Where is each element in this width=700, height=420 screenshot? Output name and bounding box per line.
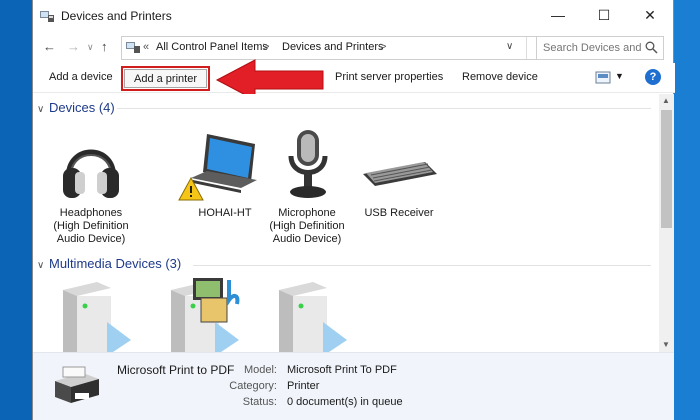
view-dropdown-icon[interactable]: ▼ [615, 71, 624, 81]
maximize-button[interactable]: ☐ [581, 0, 627, 30]
breadcrumb-all-control-panel-items[interactable]: All Control Panel Items [156, 41, 268, 53]
devices-group-header[interactable]: ∨ Devices (4) [37, 100, 115, 115]
devices-printers-app-icon [40, 11, 54, 22]
title-bar: Devices and Printers — ☐ ✕ [33, 0, 673, 32]
scroll-down-icon[interactable]: ▼ [662, 340, 670, 349]
device-label-line: Audio Device) [272, 233, 342, 245]
media-server-icon [171, 278, 240, 352]
remove-device-button[interactable]: Remove device [462, 71, 538, 83]
desktop-background-left [0, 0, 32, 420]
category-label: Category: [229, 380, 277, 392]
multimedia-group-header[interactable]: ∨ Multimedia Devices (3) [37, 256, 181, 271]
status-label: Status: [242, 396, 277, 408]
group-divider [117, 108, 651, 109]
model-label: Model: [243, 364, 277, 376]
multimedia-device[interactable] [41, 278, 137, 352]
breadcrumb-devices-and-printers[interactable]: Devices and Printers [282, 41, 384, 53]
breadcrumb-separator-icon[interactable]: > [263, 41, 269, 53]
category-value: Printer [287, 380, 320, 392]
headphones-icon [63, 149, 119, 198]
breadcrumb-separator-icon[interactable]: > [380, 41, 386, 53]
command-bar: Add a device Add a printer Print server … [33, 63, 675, 93]
search-icon[interactable] [645, 41, 658, 54]
address-dropdown-icon[interactable]: ∨ [506, 41, 513, 52]
group-divider [193, 265, 651, 266]
device-label-line: Microphone [278, 207, 336, 219]
recent-locations-chevron-icon[interactable]: ∨ [87, 42, 94, 53]
address-bar[interactable]: « All Control Panel Items > Devices and … [121, 36, 561, 60]
device-headphones[interactable]: Headphones (High Definition Audio Device) [43, 126, 139, 246]
print-server-properties-button[interactable]: Print server properties [335, 71, 443, 83]
device-usb-receiver[interactable]: USB Receiver [351, 126, 447, 220]
back-button[interactable]: ← [43, 39, 56, 54]
forward-button[interactable]: → [67, 39, 80, 54]
explorer-window: Devices and Printers — ☐ ✕ ← → ∨ ↑ « All… [32, 0, 675, 420]
device-microphone[interactable]: Microphone (High Definition Audio Device) [259, 126, 355, 246]
minimize-button[interactable]: — [535, 0, 581, 30]
vertical-scrollbar[interactable]: ▲ ▼ [659, 94, 674, 352]
device-label-line: (High Definition [53, 220, 129, 232]
device-label-line: Headphones [59, 207, 123, 219]
device-label: Microphone (High Definition Audio Device) [259, 207, 355, 246]
search-input[interactable] [537, 37, 643, 59]
device-list-pane: ∨ Devices (4) Headphones (High Definition A… [33, 94, 659, 352]
window-title: Devices and Printers [61, 9, 172, 23]
scroll-up-icon[interactable]: ▲ [662, 96, 670, 105]
keyboard-icon [363, 162, 437, 186]
device-label-line: (High Definition [269, 220, 345, 232]
address-row: ← → ∨ ↑ « All Control Panel Items > Devi… [33, 32, 675, 62]
devices-group-title: Devices (4) [49, 100, 115, 115]
up-button[interactable]: ↑ [101, 39, 108, 54]
add-printer-highlight: Add a printer [121, 66, 210, 91]
media-server-icon [63, 282, 131, 352]
address-overflow-chevron[interactable]: « [143, 41, 149, 53]
media-server-icon [279, 282, 347, 352]
model-value: Microsoft Print To PDF [287, 364, 397, 376]
multimedia-group-title: Multimedia Devices (3) [49, 256, 182, 271]
printer-icon [55, 366, 99, 403]
microphone-icon [288, 130, 328, 198]
scrollbar-thumb[interactable] [661, 110, 672, 228]
device-label-line: Audio Device) [56, 233, 126, 245]
control-panel-icon [126, 42, 140, 53]
multimedia-device[interactable] [257, 278, 353, 352]
device-label: Headphones (High Definition Audio Device) [43, 207, 139, 246]
collapse-chevron-icon[interactable]: ∨ [37, 104, 49, 115]
search-box[interactable] [536, 36, 664, 60]
device-label: USB Receiver [364, 207, 434, 219]
help-icon[interactable]: ? [645, 69, 661, 85]
status-value: 0 document(s) in queue [287, 396, 403, 408]
change-view-icon[interactable] [595, 71, 611, 84]
details-pane: Microsoft Print to PDF Model: Microsoft … [33, 352, 674, 420]
collapse-chevron-icon[interactable]: ∨ [37, 260, 49, 271]
add-device-button[interactable]: Add a device [49, 71, 113, 83]
close-button[interactable]: ✕ [627, 0, 673, 30]
multimedia-device[interactable] [149, 278, 245, 352]
add-printer-button[interactable]: Add a printer [124, 69, 207, 88]
